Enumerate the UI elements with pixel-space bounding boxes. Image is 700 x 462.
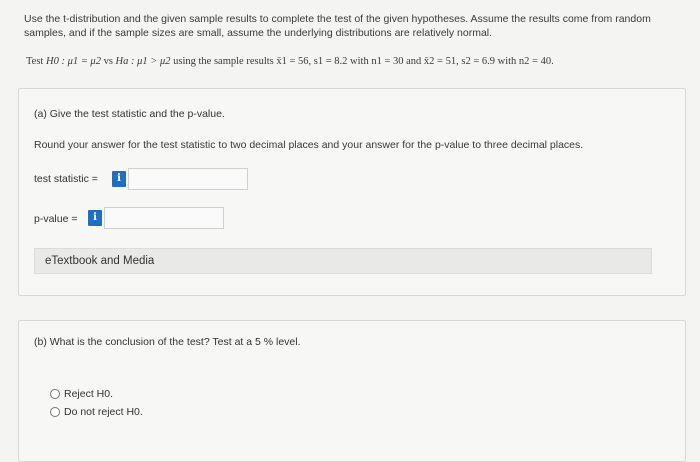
sample-results: using the sample results x̄1 = 56, s1 = … [173,56,554,67]
reject-radio-icon[interactable] [50,389,60,400]
test-statistic-input[interactable] [128,168,248,190]
etextbook-media-button[interactable]: eTextbook and Media [34,248,652,274]
p-value-info-icon[interactable]: i [88,210,102,226]
part-a-label: (a) Give the test statistic and the p-va… [34,108,225,120]
null-hypothesis: H0 : μ1 = μ2 [45,56,101,67]
reject-option-label: Reject H0. [64,388,114,400]
test-statistic-info-icon[interactable]: i [112,171,126,187]
hypothesis-line: Test H0 : μ1 = μ2 vs Ha : μ1 > μ2 using … [26,56,554,67]
reject-h0-option[interactable]: Reject H0. [50,388,113,400]
intro-text: Use the t-distribution and the given sam… [24,13,651,39]
p-value-label: p-value = [34,213,78,225]
do-not-reject-radio-icon[interactable] [50,407,60,418]
do-not-reject-option-label: Do not reject H0. [64,406,143,418]
do-not-reject-h0-option[interactable]: Do not reject H0. [50,406,143,418]
part-b-label: (b) What is the conclusion of the test? … [34,336,301,348]
alternative-hypothesis: Ha : μ1 > μ2 [115,56,171,67]
hypothesis-prefix: Test [26,56,44,67]
hypothesis-vs: vs [103,56,113,67]
test-statistic-label: test statistic = [34,173,98,185]
p-value-input[interactable] [104,207,224,229]
rounding-instruction: Round your answer for the test statistic… [34,139,584,151]
